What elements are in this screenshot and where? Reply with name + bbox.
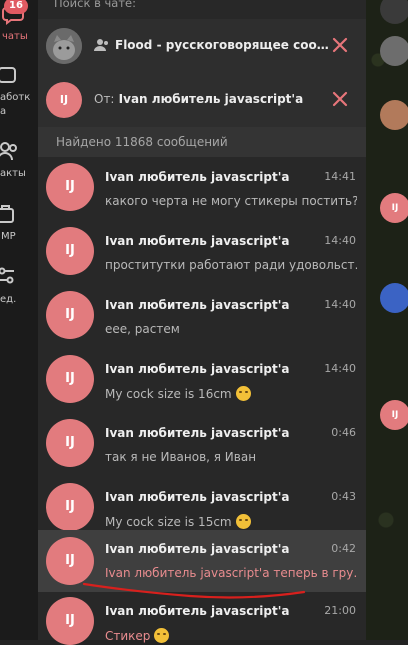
group-icon (94, 39, 108, 51)
bag-icon (0, 205, 14, 223)
result-avatar: IJ (46, 419, 94, 467)
result-avatar: IJ (46, 227, 94, 275)
from-prefix: От: (94, 92, 115, 106)
result-avatar: IJ (46, 537, 94, 585)
result-sender: Ivan любитель javascript'a (105, 542, 290, 556)
close-icon[interactable] (330, 89, 350, 109)
briefcase-icon (0, 67, 16, 83)
chat-avatar[interactable] (380, 36, 408, 66)
result-avatar: IJ (46, 291, 94, 339)
folder-label: аботк а (0, 92, 31, 117)
chat-list-strip: IJ IJ (366, 0, 408, 640)
sender-filter-text: От: Ivan любитель javascript'a (94, 92, 314, 106)
folder-chats[interactable]: 16 чаты (0, 0, 38, 46)
smirk-emoji-icon (154, 628, 170, 643)
avatar-initials: IJ (59, 93, 69, 106)
folder-edit[interactable]: ед. (0, 264, 38, 310)
folder-label: MP (1, 231, 16, 242)
result-text: так я не Иванов, я Иван (105, 450, 257, 464)
result-sender: Ivan любитель javascript'a (105, 298, 290, 312)
avatar-initials: IJ (65, 553, 75, 568)
contacts-icon (0, 142, 17, 161)
result-avatar: IJ (46, 163, 94, 211)
search-result[interactable]: IJ Ivan любитель javascript'a 0:46 так я… (38, 414, 366, 478)
avatar-initials: IJ (65, 307, 75, 322)
sender-avatar: IJ (46, 82, 82, 118)
chat-avatar[interactable]: IJ (380, 400, 408, 430)
chat-avatar (46, 28, 82, 64)
chat-avatar[interactable] (380, 283, 408, 313)
result-sender: Ivan любитель javascript'a (105, 490, 290, 504)
sliders-icon (0, 267, 14, 284)
avatar-initials: IJ (65, 613, 75, 628)
smirk-emoji-icon (235, 386, 251, 401)
result-text-row: My cock size is 16cm (105, 386, 357, 401)
result-text-row: Стикер (105, 628, 357, 643)
folder-label: ед. (0, 294, 17, 305)
result-time: 21:00 (324, 604, 356, 617)
avatar-initials: IJ (391, 203, 399, 213)
result-sender: Ivan любитель javascript'a (105, 362, 290, 376)
result-time: 14:41 (324, 170, 356, 183)
result-time: 0:42 (331, 542, 356, 555)
chat-filter-name: Flood - русскоговорящее соо… (115, 38, 329, 52)
search-result[interactable]: IJ Ivan любитель javascript'a 14:41 како… (38, 158, 366, 222)
result-sender: Ivan любитель javascript'a (105, 170, 290, 184)
results-count: Найдено 11868 сообщений (38, 127, 366, 157)
close-icon[interactable] (330, 35, 350, 55)
result-time: 0:46 (331, 426, 356, 439)
grimace-emoji-icon (235, 514, 251, 529)
red-underline-annotation (82, 582, 306, 599)
from-name: Ivan любитель javascript'a (118, 92, 304, 106)
result-sender: Ivan любитель javascript'a (105, 426, 290, 440)
result-text: проститутки работают ради удовольст… (105, 258, 357, 272)
result-text-row: My cock size is 15cm (105, 514, 357, 529)
avatar-initials: IJ (65, 435, 75, 450)
search-in-chat-label: Поиск в чате: (54, 0, 137, 10)
chat-avatar[interactable] (380, 0, 408, 24)
unread-badge: 16 (4, 0, 28, 14)
folder-mp[interactable]: MP (0, 202, 38, 242)
result-avatar: IJ (46, 483, 94, 531)
folder-sidebar: 16 чаты аботк а акты MP ед. (0, 0, 38, 640)
result-time: 14:40 (324, 362, 356, 375)
avatar-initials: IJ (65, 371, 75, 386)
search-result[interactable]: IJ Ivan любитель javascript'a 14:40 еее,… (38, 286, 366, 350)
folder-label: чаты (2, 31, 28, 42)
avatar-initials: IJ (65, 499, 75, 514)
result-avatar: IJ (46, 355, 94, 403)
folder-contacts[interactable]: акты (0, 140, 38, 180)
result-time: 0:43 (331, 490, 356, 503)
result-text: Стикер (105, 629, 151, 643)
result-sender: Ivan любитель javascript'a (105, 234, 290, 248)
result-avatar: IJ (46, 597, 94, 645)
result-text: Ivan любитель javascript'a теперь в гру… (105, 566, 357, 580)
avatar-initials: IJ (65, 179, 75, 194)
result-text: My cock size is 15cm (105, 515, 232, 529)
folder-label: акты (0, 168, 26, 179)
search-panel: Поиск в чате: Flood - русскоговорящее со… (38, 0, 366, 645)
chat-avatar[interactable]: IJ (380, 193, 408, 223)
result-text: My cock size is 16cm (105, 387, 232, 401)
search-result[interactable]: IJ Ivan любитель javascript'a 14:40 My c… (38, 350, 366, 414)
avatar-initials: IJ (65, 243, 75, 258)
result-time: 14:40 (324, 298, 356, 311)
search-result[interactable]: IJ Ivan любитель javascript'a 14:40 прос… (38, 222, 366, 286)
cat-photo-icon (46, 28, 82, 64)
folder-work[interactable]: аботк а (0, 60, 38, 120)
result-text: какого черта не могу стикеры постить? (105, 194, 357, 208)
chat-avatar[interactable] (380, 100, 408, 130)
result-sender: Ivan любитель javascript'a (105, 604, 290, 618)
chat-filter-row[interactable]: Flood - русскоговорящее соо… (38, 19, 366, 73)
avatar-initials: IJ (391, 410, 399, 420)
result-text: еее, растем (105, 322, 180, 336)
sender-filter-row[interactable]: IJ От: Ivan любитель javascript'a (38, 73, 366, 127)
result-time: 14:40 (324, 234, 356, 247)
